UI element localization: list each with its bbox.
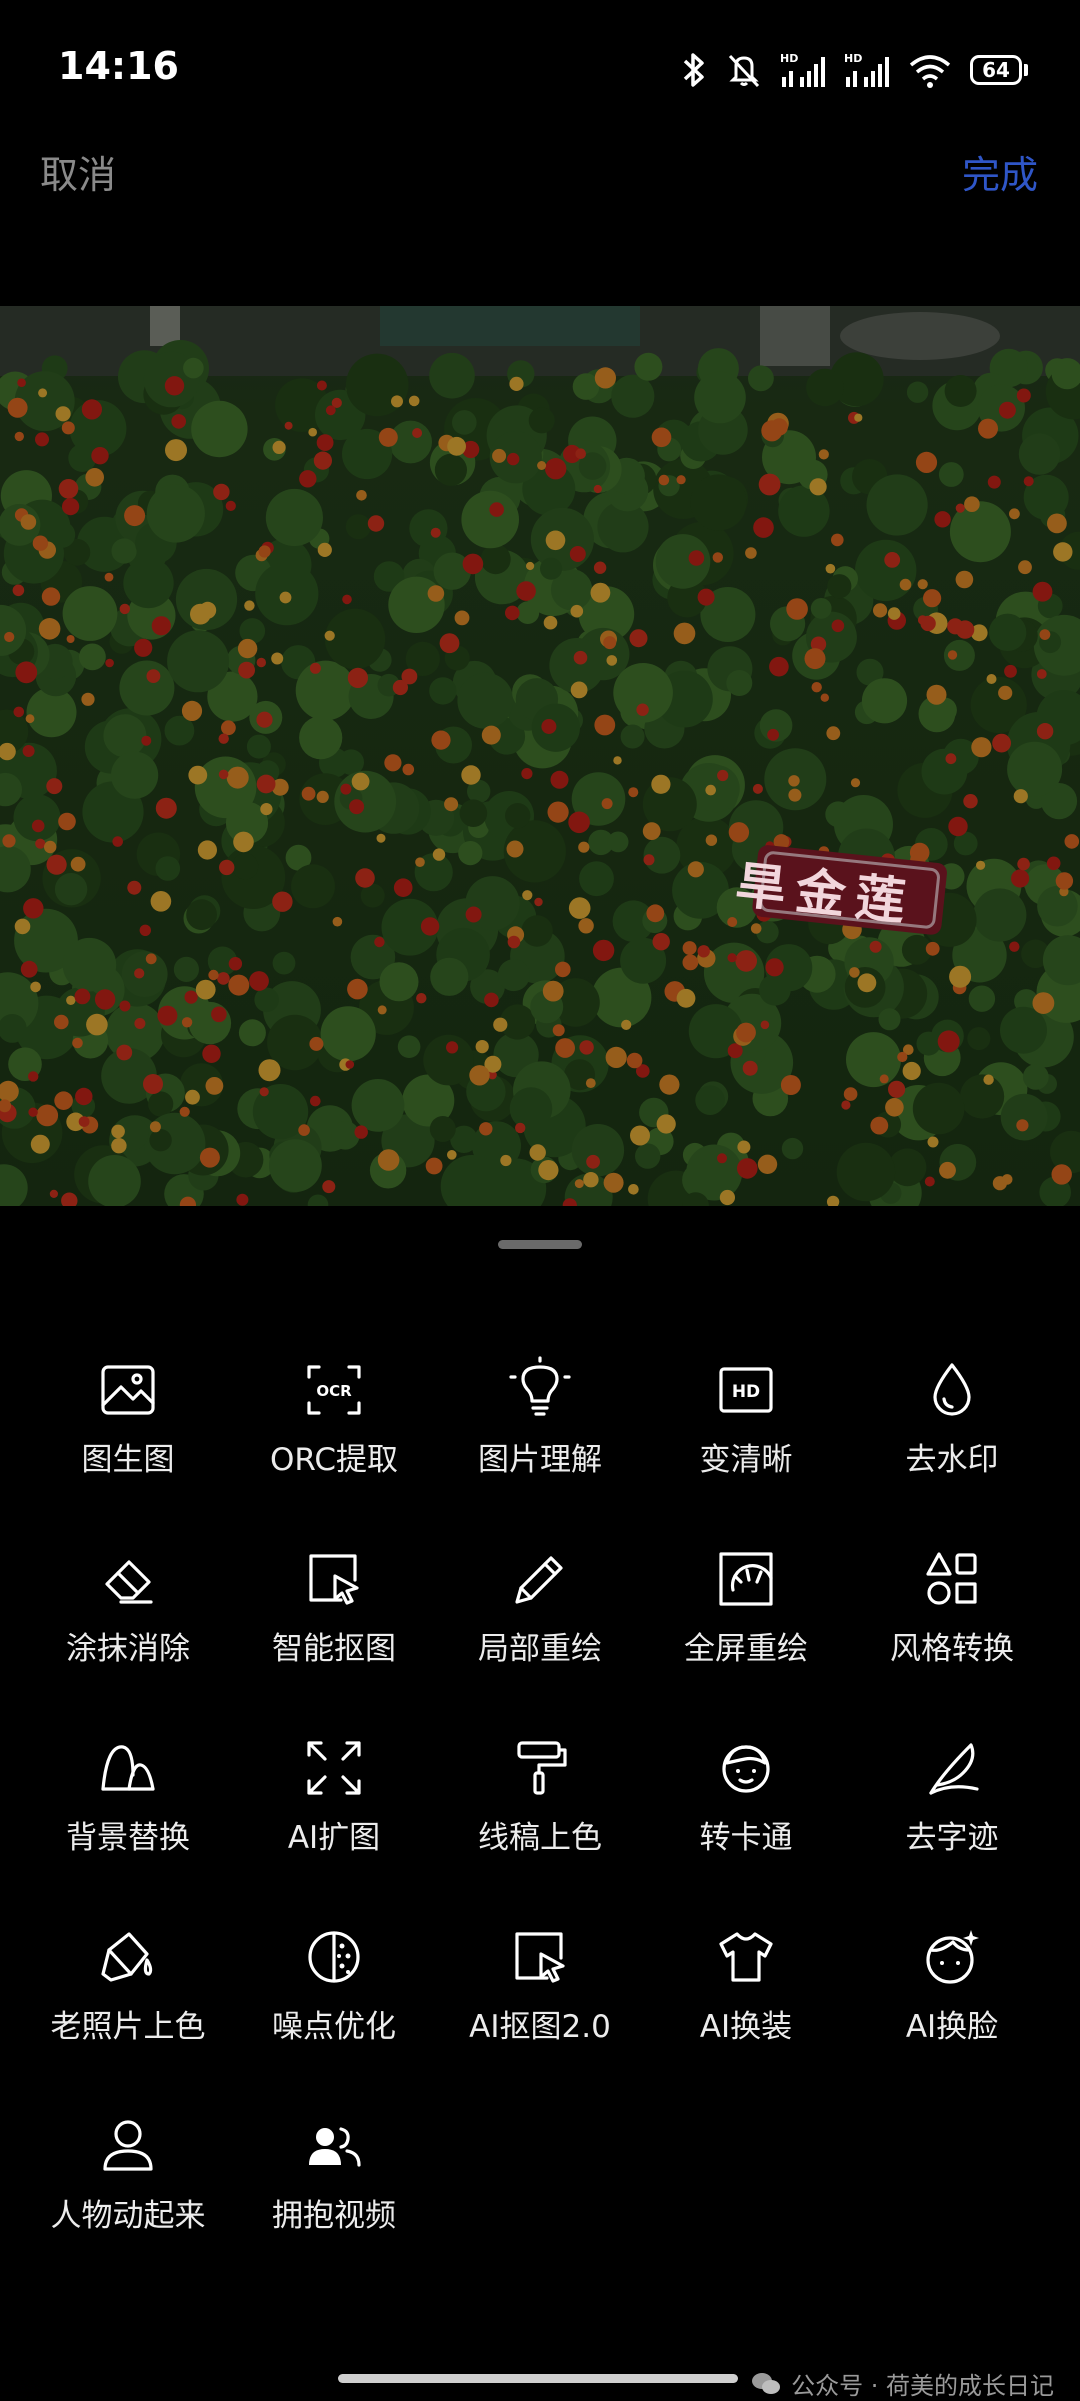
- tool-button[interactable]: 背景替换: [25, 1736, 231, 1925]
- select-cursor-icon: [508, 1925, 572, 1989]
- mute-icon: [726, 51, 762, 89]
- tool-button[interactable]: 去水印: [849, 1358, 1055, 1547]
- watermark: 公众号 · 荷美的成长日记: [751, 2366, 1054, 2401]
- title-bar: 取消 完成: [0, 130, 1080, 210]
- battery-icon: 64: [970, 55, 1028, 85]
- image-icon: [96, 1358, 160, 1422]
- cartoon-face-icon: [714, 1736, 778, 1800]
- select-cursor-icon: [302, 1547, 366, 1611]
- tool-button[interactable]: 风格转换: [849, 1547, 1055, 1736]
- tool-label: 线稿上色: [478, 1812, 602, 1857]
- sun-frame-icon: [714, 1547, 778, 1611]
- tool-label: 局部重绘: [478, 1623, 602, 1668]
- tool-label: AI换脸: [906, 2001, 998, 2046]
- tool-button[interactable]: 转卡通: [643, 1736, 849, 1925]
- watermark-text: 公众号 · 荷美的成长日记: [791, 2366, 1054, 2401]
- battery-level: 64: [970, 55, 1022, 85]
- panel-drag-handle[interactable]: [498, 1240, 582, 1249]
- tool-button[interactable]: 线稿上色: [437, 1736, 643, 1925]
- tool-button[interactable]: AI换装: [643, 1925, 849, 2114]
- wifi-icon: [908, 51, 952, 89]
- hd-icon: HD: [714, 1358, 778, 1422]
- tool-label: AI抠图2.0: [469, 2001, 611, 2046]
- tool-button[interactable]: 全屏重绘: [643, 1547, 849, 1736]
- bluetooth-icon: [680, 51, 708, 89]
- noise-icon: [302, 1925, 366, 1989]
- tool-button[interactable]: 智能抠图: [231, 1547, 437, 1736]
- tool-label: ORC提取: [270, 1434, 398, 1479]
- tool-button[interactable]: 去字迹: [849, 1736, 1055, 1925]
- tool-label: 噪点优化: [272, 2001, 396, 2046]
- tool-label: 转卡通: [700, 1812, 793, 1857]
- shapes-icon: [920, 1547, 984, 1611]
- cancel-button[interactable]: 取消: [40, 144, 116, 199]
- tool-label: 变清晰: [700, 1434, 793, 1479]
- photo-preview[interactable]: 旱金莲: [0, 306, 1080, 1206]
- tool-label: AI换装: [700, 2001, 792, 2046]
- tool-button[interactable]: 图生图: [25, 1358, 231, 1547]
- mountain-icon: [96, 1736, 160, 1800]
- tool-label: 全屏重绘: [684, 1623, 808, 1668]
- tool-label: 智能抠图: [272, 1623, 396, 1668]
- svg-text:OCR: OCR: [316, 1382, 352, 1400]
- face-swap-icon: [920, 1925, 984, 1989]
- tool-button[interactable]: 图片理解: [437, 1358, 643, 1547]
- tool-button[interactable]: AI抠图2.0: [437, 1925, 643, 2114]
- eraser-icon: [96, 1547, 160, 1611]
- tool-label: 去水印: [906, 1434, 999, 1479]
- quill-icon: [920, 1736, 984, 1800]
- two-people-icon: [302, 2114, 366, 2178]
- network-badge: HD: [844, 52, 862, 65]
- tshirt-icon: [714, 1925, 778, 1989]
- done-button[interactable]: 完成: [962, 144, 1038, 199]
- svg-text:HD: HD: [732, 1382, 760, 1402]
- status-time: 14:16: [58, 44, 179, 88]
- pencil-icon: [508, 1547, 572, 1611]
- tool-button[interactable]: 拥抱视频: [231, 2114, 437, 2303]
- tool-button[interactable]: AI换脸: [849, 1925, 1055, 2114]
- tool-label: 图片理解: [478, 1434, 602, 1479]
- tool-label: AI扩图: [288, 1812, 380, 1857]
- tool-button[interactable]: OCR ORC提取: [231, 1358, 437, 1547]
- status-bar: 14:16 HD HD 64: [0, 0, 1080, 140]
- tool-button[interactable]: 涂抹消除: [25, 1547, 231, 1736]
- lightbulb-icon: [508, 1358, 572, 1422]
- tool-label: 去字迹: [906, 1812, 999, 1857]
- person-icon: [96, 2114, 160, 2178]
- tool-label: 拥抱视频: [272, 2190, 396, 2235]
- paint-roller-icon: [508, 1736, 572, 1800]
- signal-icon: HD: [844, 51, 890, 89]
- network-badge: HD: [780, 52, 798, 65]
- tool-label: 图生图: [82, 1434, 175, 1479]
- wechat-icon: [751, 2371, 781, 2397]
- tool-button[interactable]: AI扩图: [231, 1736, 437, 1925]
- tool-label: 风格转换: [890, 1623, 1014, 1668]
- tool-label: 涂抹消除: [66, 1623, 190, 1668]
- expand-icon: [302, 1736, 366, 1800]
- signal-icon: HD: [780, 51, 826, 89]
- tool-grid: 图生图 OCR ORC提取 图片理解 HD 变清晰 去水印涂抹消除 智能抠图 局部重绘 全屏重绘 风…: [25, 1358, 1055, 2303]
- tool-button[interactable]: 局部重绘: [437, 1547, 643, 1736]
- tool-button[interactable]: 噪点优化: [231, 1925, 437, 2114]
- droplet-icon: [920, 1358, 984, 1422]
- tool-label: 人物动起来: [51, 2190, 206, 2235]
- tool-button[interactable]: 老照片上色: [25, 1925, 231, 2114]
- paint-bucket-icon: [96, 1925, 160, 1989]
- status-icons: HD HD 64: [680, 48, 1028, 92]
- tool-button[interactable]: HD 变清晰: [643, 1358, 849, 1547]
- ocr-icon: OCR: [302, 1358, 366, 1422]
- tool-label: 背景替换: [66, 1812, 190, 1857]
- tool-label: 老照片上色: [51, 2001, 206, 2046]
- home-indicator[interactable]: [338, 2374, 738, 2383]
- tool-button[interactable]: 人物动起来: [25, 2114, 231, 2303]
